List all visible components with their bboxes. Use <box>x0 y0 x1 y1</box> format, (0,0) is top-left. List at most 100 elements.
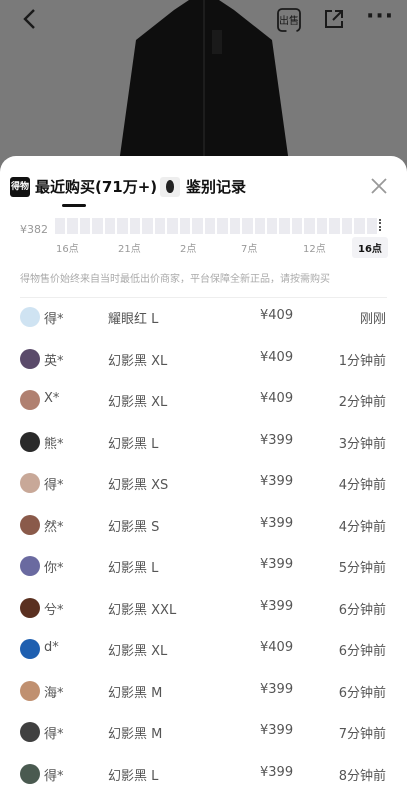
chart-bar <box>167 218 178 234</box>
purchase-time: 3分钟前 <box>338 436 386 452</box>
chart-bar <box>304 218 315 234</box>
chart-bars <box>55 218 378 234</box>
chart-bar <box>254 218 265 234</box>
avatar <box>20 390 40 410</box>
purchase-price: ¥399 <box>260 764 294 780</box>
chart-bar <box>329 218 340 234</box>
tab-bar: 得物 最近购买(71万+) 鉴别记录 <box>0 156 407 218</box>
purchase-time: 6分钟前 <box>338 602 386 618</box>
tab-authentication-records[interactable]: 鉴别记录 <box>160 176 246 197</box>
chart-bar <box>179 218 191 234</box>
share-external-icon[interactable] <box>322 7 346 31</box>
purchase-price: ¥399 <box>260 432 294 448</box>
price-chart-strip[interactable]: ¥382 16点 21点 2点 7点 12点 16点 <box>0 218 407 268</box>
item-spec: 幻影黑 S <box>108 519 160 535</box>
purchase-time: 4分钟前 <box>338 519 386 535</box>
avatar <box>20 514 40 535</box>
purchase-time: 2分钟前 <box>338 395 386 410</box>
chart-y-label: ¥382 <box>20 223 48 236</box>
chart-tick: 12点 <box>303 244 326 255</box>
chart-bar <box>117 218 128 234</box>
purchase-price: ¥399 <box>260 557 294 572</box>
purchase-row[interactable]: 得* 幻影黑 XS ¥399 4分钟前 <box>0 462 407 504</box>
chart-bar <box>354 218 365 234</box>
chart-tick: 7点 <box>241 244 258 255</box>
recent-purchases-sheet: 得物 最近购买(71万+) 鉴别记录 ¥382 16点 21点 2点 7点 12… <box>0 156 407 800</box>
item-spec: 耀眼红 L <box>108 312 159 327</box>
buyer-name: 得* <box>44 478 64 493</box>
buyer-name: 得* <box>44 727 64 742</box>
purchase-time: 6分钟前 <box>338 685 386 701</box>
purchase-time: 1分钟前 <box>338 353 386 369</box>
tab-label: 鉴别记录 <box>186 178 247 196</box>
purchase-price: ¥409 <box>260 349 294 365</box>
purchase-row[interactable]: 得* 耀眼红 L ¥409 刚刚 <box>0 296 407 338</box>
tab-label: 最近购买(71万+) <box>35 178 158 196</box>
purchase-row[interactable]: 兮* 幻影黑 XXL ¥399 6分钟前 <box>0 587 407 629</box>
product-image-area: 出售 ··· <box>0 0 407 160</box>
buyer-name: 兮* <box>44 602 64 618</box>
sell-icon: 出售 <box>277 8 301 32</box>
chart-bar <box>92 218 103 234</box>
purchase-row[interactable]: 英* 幻影黑 XL ¥409 1分钟前 <box>0 338 407 380</box>
chart-tick: 2点 <box>180 244 197 255</box>
purchase-row[interactable]: 熊* 幻影黑 L ¥399 3分钟前 <box>0 421 407 463</box>
avatar <box>20 639 40 659</box>
item-spec: 幻影黑 XL <box>108 644 168 659</box>
purchase-row[interactable]: 然* 幻影黑 S ¥399 4分钟前 <box>0 504 407 546</box>
purchase-time: 8分钟前 <box>338 768 386 784</box>
chart-bar <box>341 218 353 234</box>
purchase-row[interactable]: 海* 幻影黑 M ¥399 6分钟前 <box>0 670 407 712</box>
close-x-icon[interactable] <box>369 176 389 196</box>
purchase-row[interactable]: 得* 幻影黑 M ¥399 7分钟前 <box>0 711 407 753</box>
purchase-price: ¥399 <box>260 515 294 531</box>
purchase-time: 刚刚 <box>359 312 386 327</box>
item-spec: 幻影黑 L <box>108 561 159 576</box>
chart-bar <box>154 218 166 234</box>
chart-bar <box>55 218 66 234</box>
chart-bar <box>79 218 91 234</box>
buyer-name: d* <box>44 640 59 655</box>
item-spec: 幻影黑 M <box>108 727 163 742</box>
purchase-price: ¥409 <box>260 391 294 406</box>
purchase-price: ¥399 <box>260 723 294 738</box>
chart-bar <box>192 218 203 234</box>
item-spec: 幻影黑 XS <box>108 478 169 493</box>
chart-bar <box>217 218 228 234</box>
chart-bar <box>104 218 116 234</box>
purchase-price: ¥399 <box>260 474 294 489</box>
jacket-image <box>119 0 289 160</box>
chevron-left-icon[interactable] <box>18 6 44 32</box>
chart-bar <box>366 218 378 234</box>
buyer-name: 英* <box>44 353 64 369</box>
sell-button[interactable]: 出售 <box>276 7 302 33</box>
avatar <box>20 348 40 369</box>
chart-bar <box>142 218 153 234</box>
avatar <box>20 763 40 784</box>
price-disclaimer: 得物售价始终来自当时最低出价商家，平台保障全新正品，请按需购买 <box>20 268 387 298</box>
avatar <box>20 722 40 742</box>
purchase-row[interactable]: X* 幻影黑 XL ¥409 2分钟前 <box>0 379 407 421</box>
purchase-row[interactable]: 你* 幻影黑 L ¥399 5分钟前 <box>0 545 407 587</box>
more-dots-icon[interactable]: ··· <box>366 4 393 30</box>
active-tab-indicator <box>62 204 86 207</box>
item-spec: 幻影黑 L <box>108 436 159 452</box>
purchase-row[interactable]: d* 幻影黑 XL ¥409 6分钟前 <box>0 628 407 670</box>
chart-tick: 21点 <box>118 244 141 255</box>
item-spec: 幻影黑 XXL <box>108 602 177 618</box>
chart-bar <box>242 218 253 234</box>
purchase-price: ¥399 <box>260 681 294 697</box>
chart-bar <box>67 218 78 234</box>
buyer-name: 你* <box>44 561 64 576</box>
buyer-name: 熊* <box>44 436 64 452</box>
purchase-time: 7分钟前 <box>338 727 386 742</box>
avatar <box>20 431 40 452</box>
avatar <box>20 307 40 327</box>
purchase-row[interactable]: 得* 幻影黑 L ¥399 8分钟前 <box>0 753 407 795</box>
chart-bar <box>204 218 216 234</box>
tab-recent-purchases[interactable]: 得物 最近购买(71万+) <box>10 176 157 197</box>
item-spec: 幻影黑 XL <box>108 395 168 410</box>
chart-bar <box>266 218 278 234</box>
item-spec: 幻影黑 M <box>108 685 163 701</box>
chart-bar <box>316 218 328 234</box>
